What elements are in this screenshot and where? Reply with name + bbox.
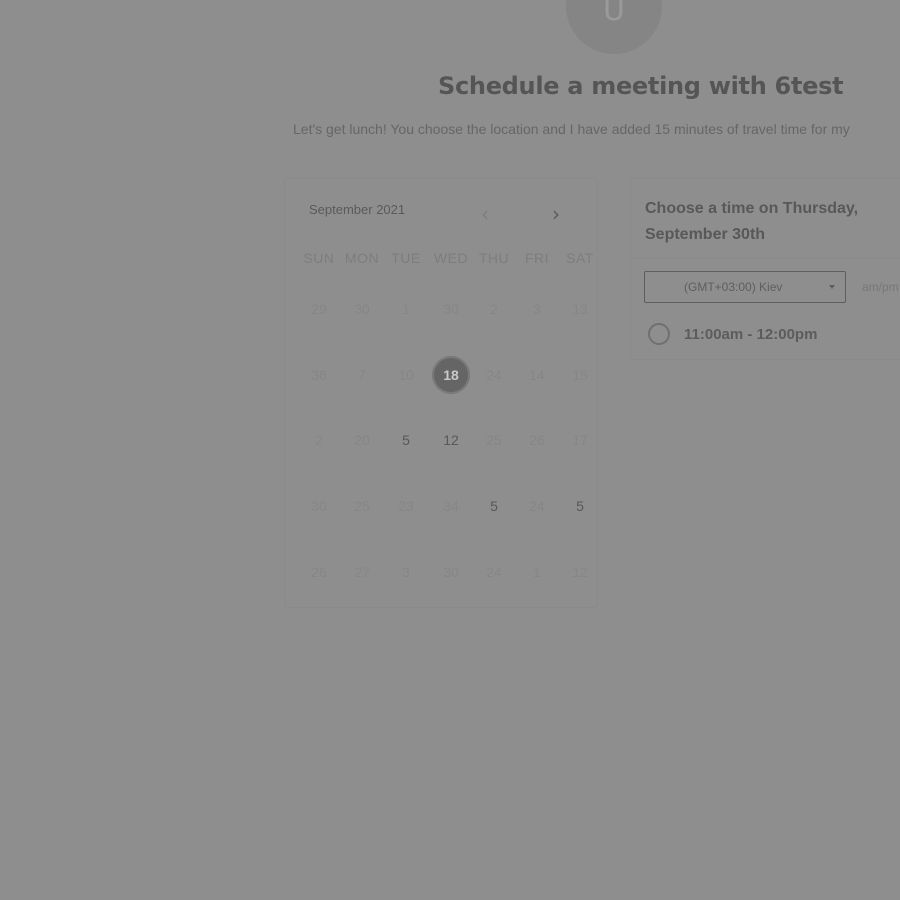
calendar-day: 26 <box>529 432 545 448</box>
calendar-day: 30 <box>443 301 459 317</box>
avatar-initial: U <box>603 0 625 28</box>
calendar-day: 34 <box>443 498 459 514</box>
calendar-day: 24 <box>529 498 545 514</box>
weekday-label: WED <box>433 250 469 266</box>
page-title: Schedule a meeting with 6test <box>438 72 844 100</box>
time-slot-radio[interactable] <box>648 323 670 345</box>
calendar-month-label: September 2021 <box>309 202 406 217</box>
calendar-day: 30 <box>354 301 370 317</box>
weekday-label: MON <box>344 250 380 266</box>
chevron-left-icon[interactable]: ‹ <box>474 202 496 226</box>
calendar-day-selected[interactable]: 18 <box>432 356 470 394</box>
calendar-day: 30 <box>311 498 327 514</box>
ampm-toggle[interactable]: am/pm <box>862 280 899 294</box>
avatar: U <box>566 0 662 54</box>
divider <box>631 258 900 259</box>
meeting-description: Let's get lunch! You choose the location… <box>293 121 850 137</box>
timezone-value: (GMT+03:00) Kiev <box>684 280 783 294</box>
calendar-day: 25 <box>486 432 502 448</box>
calendar-day: 2 <box>490 301 498 317</box>
calendar-day: 17 <box>572 432 588 448</box>
calendar-day: 15 <box>572 367 588 383</box>
calendar-day: 25 <box>354 498 370 514</box>
calendar-day: 13 <box>572 301 588 317</box>
chevron-right-icon[interactable]: › <box>545 202 567 226</box>
weekday-label: TUE <box>391 250 421 266</box>
calendar-day: 12 <box>572 564 588 580</box>
time-slot-label[interactable]: 11:00am - 12:00pm <box>684 326 817 343</box>
calendar-day[interactable]: 12 <box>432 421 470 459</box>
calendar-day: 30 <box>443 564 459 580</box>
calendar-day: 26 <box>311 564 327 580</box>
calendar-day: 36 <box>311 367 327 383</box>
weekday-label: SUN <box>303 250 335 266</box>
calendar-day: 1 <box>533 564 541 580</box>
calendar-day[interactable]: 5 <box>561 487 599 525</box>
weekday-label: SAT <box>566 250 594 266</box>
calendar-day: 24 <box>486 367 502 383</box>
caret-down-icon <box>829 285 835 289</box>
calendar-day: 3 <box>533 301 541 317</box>
calendar-day: 10 <box>398 367 414 383</box>
calendar-day: 3 <box>402 564 410 580</box>
weekday-label: FRI <box>524 250 550 266</box>
calendar-day: 7 <box>358 367 366 383</box>
calendar-day: 1 <box>402 301 410 317</box>
calendar-day: 29 <box>311 301 327 317</box>
calendar-day: 2 <box>315 432 323 448</box>
calendar-day: 23 <box>398 498 414 514</box>
calendar-day[interactable]: 5 <box>475 487 513 525</box>
calendar-panel <box>284 178 598 608</box>
calendar-day: 27 <box>354 564 370 580</box>
calendar-day: 20 <box>354 432 370 448</box>
calendar-day: 24 <box>486 564 502 580</box>
timezone-select[interactable]: (GMT+03:00) Kiev <box>644 271 846 303</box>
calendar-day: 14 <box>529 367 545 383</box>
calendar-day[interactable]: 5 <box>387 421 425 459</box>
time-panel-heading: Choose a time on Thursday, September 30t… <box>645 200 859 243</box>
weekday-label: THU <box>478 250 510 266</box>
